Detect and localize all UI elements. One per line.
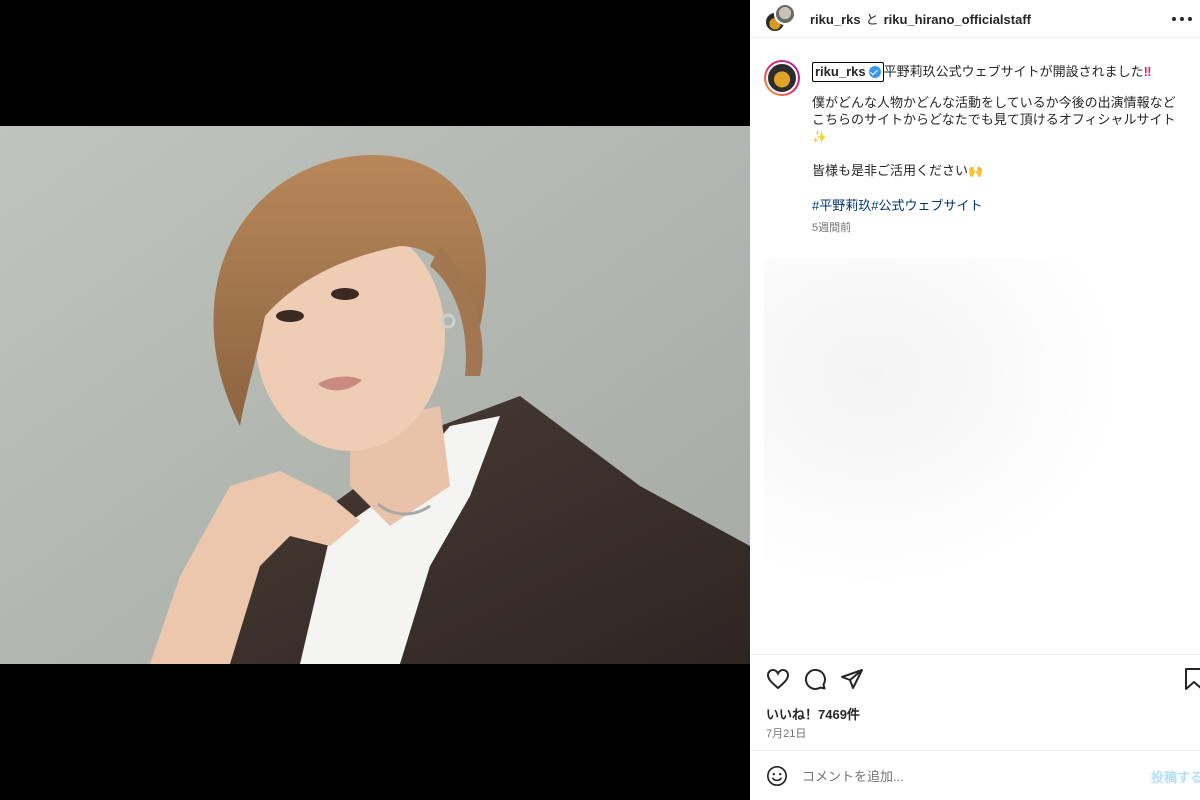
verified-badge-icon bbox=[868, 65, 881, 78]
post-media bbox=[0, 0, 750, 800]
header-username-1[interactable]: riku_rks bbox=[810, 12, 861, 27]
post-date[interactable]: 7月21日 bbox=[766, 725, 806, 741]
bookmark-icon[interactable] bbox=[1182, 667, 1200, 691]
hashtags: #平野莉玖#公式ウェブサイト bbox=[812, 197, 1192, 215]
paper-plane-icon[interactable] bbox=[840, 667, 864, 691]
comment-input[interactable] bbox=[802, 765, 1122, 787]
comment-icon[interactable] bbox=[803, 667, 827, 691]
caption-avatar[interactable] bbox=[764, 60, 800, 96]
caption-username-link[interactable]: riku_rks bbox=[812, 62, 884, 82]
smiley-icon[interactable] bbox=[766, 765, 788, 787]
post-comment-button[interactable]: 投稿する bbox=[1151, 767, 1200, 786]
caption-username: riku_rks bbox=[815, 64, 866, 79]
collab-avatars[interactable] bbox=[764, 2, 796, 35]
caption-timestamp[interactable]: 5週間前 bbox=[812, 220, 1192, 238]
more-options-icon[interactable] bbox=[1172, 12, 1192, 26]
like-count[interactable]: いいね！7469件 bbox=[766, 704, 860, 723]
hashtag-link[interactable]: #公式ウェブサイト bbox=[871, 198, 982, 213]
comment-bar: 投稿する bbox=[750, 750, 1200, 800]
caption-line1: 平野莉玖公式ウェブサイトが開設されました bbox=[883, 64, 1144, 79]
post-header: riku_rks と riku_hirano_officialstaff bbox=[750, 0, 1200, 38]
double-exclamation-icon: ‼ bbox=[1143, 64, 1152, 79]
hashtag-link[interactable]: #平野莉玖 bbox=[812, 198, 871, 213]
header-separator: と bbox=[865, 12, 879, 27]
caption-paragraph-2: 僕がどんな人物かどんな活動をしているか今後の出演情報など こちらのサイトからどな… bbox=[812, 94, 1192, 147]
post-photo[interactable] bbox=[0, 126, 750, 664]
comments-area bbox=[764, 258, 1194, 648]
caption-para2-line2: こちらのサイトからどなたでも見て頂けるオフィシャルサイト bbox=[812, 112, 1176, 127]
collab-usernames: riku_rks と riku_hirano_officialstaff bbox=[810, 9, 1031, 28]
portrait-illustration bbox=[0, 126, 750, 664]
action-bar bbox=[750, 654, 1200, 702]
caption-para3: 皆様も是非ご活用ください bbox=[812, 163, 969, 178]
raising-hands-icon: 🙌 bbox=[968, 164, 983, 178]
caption-paragraph-3: 皆様も是非ご活用ください🙌 bbox=[812, 162, 1192, 181]
caption-para2-line1: 僕がどんな人物かどんな活動をしているか今後の出演情報など bbox=[812, 94, 1176, 110]
caption-area: riku_rks 平野莉玖公式ウェブサイトが開設されました‼ 僕がどんな人物かどん… bbox=[750, 38, 1200, 654]
avatar bbox=[774, 2, 796, 25]
sparkles-icon: ✨ bbox=[812, 129, 827, 144]
header-username-2[interactable]: riku_hirano_officialstaff bbox=[884, 12, 1031, 27]
heart-icon[interactable] bbox=[766, 667, 790, 691]
caption-body: riku_rks 平野莉玖公式ウェブサイトが開設されました‼ 僕がどんな人物かどん… bbox=[812, 62, 1192, 238]
post-side-panel: riku_rks と riku_hirano_officialstaff riku_… bbox=[750, 0, 1200, 800]
